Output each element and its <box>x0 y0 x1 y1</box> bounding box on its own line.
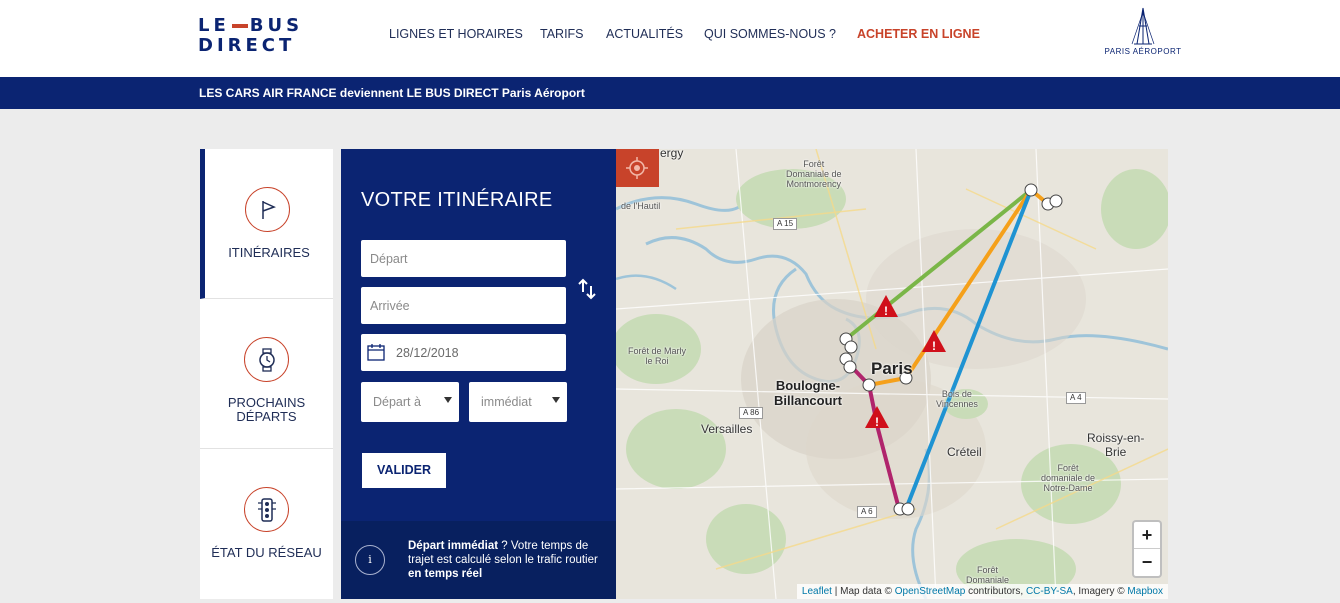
road-label-a15: A 15 <box>773 218 798 230</box>
map-label-hautil: de l'Hautil <box>621 201 661 211</box>
site-header: LE BUS DIRECT LIGNES ET HORAIRES TARIFS A… <box>0 0 1340 77</box>
map-label-notredame: Forêt domaniale de Notre-Dame <box>1041 463 1096 493</box>
leaflet-link[interactable]: Leaflet <box>802 586 832 597</box>
flag-icon <box>245 187 290 232</box>
sidebar-item-prochains-departs[interactable]: PROCHAINS DÉPARTS <box>200 299 333 449</box>
depart-input[interactable]: Départ <box>361 240 566 277</box>
map-label-paris: Paris <box>871 359 913 378</box>
nav-tarifs[interactable]: TARIFS <box>540 27 584 41</box>
map-label-roissy: Roissy-en- Brie <box>1087 431 1145 459</box>
map-label-versailles: Versailles <box>701 422 753 436</box>
time-mode-select[interactable]: Départ à <box>361 382 459 422</box>
svg-text:!: ! <box>932 339 936 353</box>
calendar-icon <box>367 344 385 361</box>
osm-link[interactable]: OpenStreetMap <box>895 586 966 597</box>
valider-button[interactable]: VALIDER <box>362 453 446 488</box>
chevron-down-icon <box>552 397 560 403</box>
sidebar-item-label: ÉTAT DU RÉSEAU <box>211 545 322 560</box>
road-label-a4: A 4 <box>1066 392 1086 404</box>
info-box: i Départ immédiat ? Votre temps de traje… <box>341 521 616 599</box>
arrivee-input[interactable]: Arrivée <box>361 287 566 324</box>
sidebar-item-itineraires[interactable]: ITINÉRAIRES <box>200 149 333 299</box>
sidebar-item-label: ITINÉRAIRES <box>228 245 310 260</box>
svg-text:!: ! <box>884 304 888 318</box>
sidebar-item-etat-reseau[interactable]: ÉTAT DU RÉSEAU <box>200 449 333 599</box>
time-value-select[interactable]: immédiat <box>469 382 567 422</box>
swap-icon[interactable] <box>578 278 596 300</box>
nav-actualites[interactable]: ACTUALITÉS <box>606 27 683 41</box>
date-input[interactable]: 28/12/2018 <box>361 334 566 371</box>
info-icon: i <box>355 545 385 575</box>
sidebar: ITINÉRAIRES PROCHAINS DÉPARTS ÉTAT DU RÉ… <box>200 149 333 599</box>
map-label-montmorency: Forêt Domaniale de Montmorency <box>786 159 842 189</box>
map-label-foret-domaniale: Forêt Domaniale <box>966 565 1010 585</box>
traffic-light-icon <box>244 487 289 532</box>
map-label-marly: Forêt de Marly le Roi <box>628 346 687 366</box>
map-label-creteil: Créteil <box>947 445 982 459</box>
road-label-a86: A 86 <box>739 407 764 419</box>
map-label-vincennes: Bois de Vincennes <box>936 389 978 409</box>
itinerary-form: VOTRE ITINÉRAIRE Départ Arrivée 28/12/20… <box>341 149 616 599</box>
banner-text: LES CARS AIR FRANCE deviennent LE BUS DI… <box>199 86 585 100</box>
sidebar-item-label: PROCHAINS DÉPARTS <box>227 395 306 424</box>
route-map[interactable]: ! ! ! Paris Boulogne- Billancourt Versai… <box>616 149 1168 599</box>
crosshair-icon <box>626 157 648 179</box>
nav-qui-sommes-nous[interactable]: QUI SOMMES-NOUS ? <box>704 27 836 41</box>
cc-link[interactable]: CC-BY-SA <box>1026 586 1073 597</box>
info-text: Départ immédiat ? Votre temps de trajet … <box>408 540 598 580</box>
zoom-control: + − <box>1132 520 1162 578</box>
eiffel-tower-icon <box>1131 7 1155 45</box>
watch-icon <box>244 337 289 382</box>
map-attribution: Leaflet | Map data © OpenStreetMap contr… <box>796 584 1168 599</box>
chevron-down-icon <box>444 397 452 403</box>
map-label-ergy: ergy <box>660 149 684 160</box>
announcement-banner: LES CARS AIR FRANCE deviennent LE BUS DI… <box>0 77 1340 109</box>
zoom-out-button[interactable]: − <box>1134 549 1160 576</box>
form-title: VOTRE ITINÉRAIRE <box>361 189 553 211</box>
nav-lignes-horaires[interactable]: LIGNES ET HORAIRES <box>389 27 523 41</box>
zoom-in-button[interactable]: + <box>1134 522 1160 549</box>
mapbox-link[interactable]: Mapbox <box>1127 586 1163 597</box>
map-label-boulogne: Boulogne- Billancourt <box>774 378 842 408</box>
road-label-a6: A 6 <box>857 506 877 518</box>
paris-aeroport-logo[interactable]: PARIS AÉROPORT <box>1104 6 1182 60</box>
svg-text:!: ! <box>875 415 879 429</box>
le-bus-direct-logo[interactable]: LE BUS DIRECT <box>198 16 314 56</box>
nav-acheter-en-ligne[interactable]: ACHETER EN LIGNE <box>857 27 980 41</box>
locate-button[interactable] <box>616 149 659 187</box>
